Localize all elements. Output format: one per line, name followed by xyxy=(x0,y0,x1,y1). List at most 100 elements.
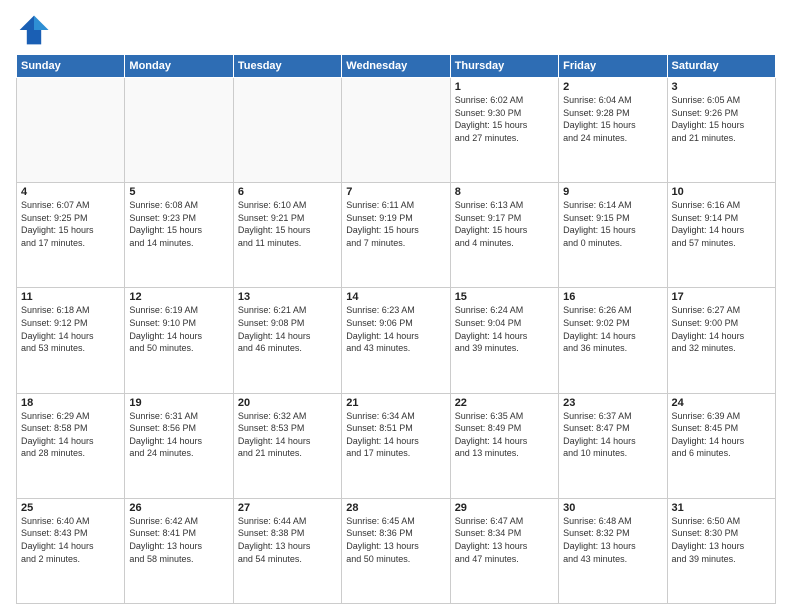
day-number: 28 xyxy=(346,502,445,514)
calendar-week-0: 1Sunrise: 6:02 AM Sunset: 9:30 PM Daylig… xyxy=(17,78,776,183)
day-info: Sunrise: 6:02 AM Sunset: 9:30 PM Dayligh… xyxy=(455,94,554,144)
calendar-cell: 31Sunrise: 6:50 AM Sunset: 8:30 PM Dayli… xyxy=(667,498,775,603)
day-number: 11 xyxy=(21,291,120,303)
day-info: Sunrise: 6:27 AM Sunset: 9:00 PM Dayligh… xyxy=(672,304,771,354)
calendar-table: SundayMondayTuesdayWednesdayThursdayFrid… xyxy=(16,54,776,604)
day-info: Sunrise: 6:48 AM Sunset: 8:32 PM Dayligh… xyxy=(563,515,662,565)
day-number: 23 xyxy=(563,397,662,409)
day-number: 18 xyxy=(21,397,120,409)
calendar-cell: 21Sunrise: 6:34 AM Sunset: 8:51 PM Dayli… xyxy=(342,393,450,498)
calendar-week-2: 11Sunrise: 6:18 AM Sunset: 9:12 PM Dayli… xyxy=(17,288,776,393)
col-header-sunday: Sunday xyxy=(17,55,125,78)
day-number: 4 xyxy=(21,186,120,198)
day-info: Sunrise: 6:05 AM Sunset: 9:26 PM Dayligh… xyxy=(672,94,771,144)
calendar-cell: 25Sunrise: 6:40 AM Sunset: 8:43 PM Dayli… xyxy=(17,498,125,603)
day-info: Sunrise: 6:39 AM Sunset: 8:45 PM Dayligh… xyxy=(672,410,771,460)
header-row: SundayMondayTuesdayWednesdayThursdayFrid… xyxy=(17,55,776,78)
day-info: Sunrise: 6:13 AM Sunset: 9:17 PM Dayligh… xyxy=(455,199,554,249)
day-info: Sunrise: 6:04 AM Sunset: 9:28 PM Dayligh… xyxy=(563,94,662,144)
day-number: 26 xyxy=(129,502,228,514)
col-header-monday: Monday xyxy=(125,55,233,78)
calendar-cell: 28Sunrise: 6:45 AM Sunset: 8:36 PM Dayli… xyxy=(342,498,450,603)
day-info: Sunrise: 6:34 AM Sunset: 8:51 PM Dayligh… xyxy=(346,410,445,460)
day-number: 20 xyxy=(238,397,337,409)
calendar-cell: 30Sunrise: 6:48 AM Sunset: 8:32 PM Dayli… xyxy=(559,498,667,603)
day-info: Sunrise: 6:32 AM Sunset: 8:53 PM Dayligh… xyxy=(238,410,337,460)
calendar-cell: 12Sunrise: 6:19 AM Sunset: 9:10 PM Dayli… xyxy=(125,288,233,393)
col-header-tuesday: Tuesday xyxy=(233,55,341,78)
col-header-wednesday: Wednesday xyxy=(342,55,450,78)
day-number: 25 xyxy=(21,502,120,514)
day-info: Sunrise: 6:21 AM Sunset: 9:08 PM Dayligh… xyxy=(238,304,337,354)
day-number: 27 xyxy=(238,502,337,514)
day-number: 21 xyxy=(346,397,445,409)
calendar-week-4: 25Sunrise: 6:40 AM Sunset: 8:43 PM Dayli… xyxy=(17,498,776,603)
day-info: Sunrise: 6:18 AM Sunset: 9:12 PM Dayligh… xyxy=(21,304,120,354)
calendar-cell: 14Sunrise: 6:23 AM Sunset: 9:06 PM Dayli… xyxy=(342,288,450,393)
calendar-cell xyxy=(233,78,341,183)
calendar-cell: 8Sunrise: 6:13 AM Sunset: 9:17 PM Daylig… xyxy=(450,183,558,288)
day-info: Sunrise: 6:19 AM Sunset: 9:10 PM Dayligh… xyxy=(129,304,228,354)
day-number: 8 xyxy=(455,186,554,198)
day-info: Sunrise: 6:29 AM Sunset: 8:58 PM Dayligh… xyxy=(21,410,120,460)
col-header-friday: Friday xyxy=(559,55,667,78)
calendar-cell: 27Sunrise: 6:44 AM Sunset: 8:38 PM Dayli… xyxy=(233,498,341,603)
calendar-cell: 18Sunrise: 6:29 AM Sunset: 8:58 PM Dayli… xyxy=(17,393,125,498)
calendar-week-3: 18Sunrise: 6:29 AM Sunset: 8:58 PM Dayli… xyxy=(17,393,776,498)
day-number: 30 xyxy=(563,502,662,514)
calendar-cell: 1Sunrise: 6:02 AM Sunset: 9:30 PM Daylig… xyxy=(450,78,558,183)
day-info: Sunrise: 6:10 AM Sunset: 9:21 PM Dayligh… xyxy=(238,199,337,249)
day-number: 5 xyxy=(129,186,228,198)
calendar-cell: 29Sunrise: 6:47 AM Sunset: 8:34 PM Dayli… xyxy=(450,498,558,603)
day-info: Sunrise: 6:08 AM Sunset: 9:23 PM Dayligh… xyxy=(129,199,228,249)
calendar-header: SundayMondayTuesdayWednesdayThursdayFrid… xyxy=(17,55,776,78)
calendar-cell: 15Sunrise: 6:24 AM Sunset: 9:04 PM Dayli… xyxy=(450,288,558,393)
calendar-cell: 3Sunrise: 6:05 AM Sunset: 9:26 PM Daylig… xyxy=(667,78,775,183)
day-number: 14 xyxy=(346,291,445,303)
calendar-cell xyxy=(17,78,125,183)
day-info: Sunrise: 6:31 AM Sunset: 8:56 PM Dayligh… xyxy=(129,410,228,460)
calendar-cell: 6Sunrise: 6:10 AM Sunset: 9:21 PM Daylig… xyxy=(233,183,341,288)
day-info: Sunrise: 6:45 AM Sunset: 8:36 PM Dayligh… xyxy=(346,515,445,565)
calendar-cell xyxy=(342,78,450,183)
day-number: 10 xyxy=(672,186,771,198)
calendar-cell: 17Sunrise: 6:27 AM Sunset: 9:00 PM Dayli… xyxy=(667,288,775,393)
calendar-cell: 16Sunrise: 6:26 AM Sunset: 9:02 PM Dayli… xyxy=(559,288,667,393)
calendar-cell: 20Sunrise: 6:32 AM Sunset: 8:53 PM Dayli… xyxy=(233,393,341,498)
day-number: 6 xyxy=(238,186,337,198)
day-info: Sunrise: 6:11 AM Sunset: 9:19 PM Dayligh… xyxy=(346,199,445,249)
day-number: 3 xyxy=(672,81,771,93)
page: SundayMondayTuesdayWednesdayThursdayFrid… xyxy=(0,0,792,612)
day-number: 24 xyxy=(672,397,771,409)
day-number: 31 xyxy=(672,502,771,514)
col-header-saturday: Saturday xyxy=(667,55,775,78)
calendar-cell: 7Sunrise: 6:11 AM Sunset: 9:19 PM Daylig… xyxy=(342,183,450,288)
day-number: 7 xyxy=(346,186,445,198)
calendar-cell: 24Sunrise: 6:39 AM Sunset: 8:45 PM Dayli… xyxy=(667,393,775,498)
day-info: Sunrise: 6:23 AM Sunset: 9:06 PM Dayligh… xyxy=(346,304,445,354)
day-info: Sunrise: 6:50 AM Sunset: 8:30 PM Dayligh… xyxy=(672,515,771,565)
calendar-cell xyxy=(125,78,233,183)
logo-icon xyxy=(16,12,52,48)
day-info: Sunrise: 6:47 AM Sunset: 8:34 PM Dayligh… xyxy=(455,515,554,565)
calendar-cell: 9Sunrise: 6:14 AM Sunset: 9:15 PM Daylig… xyxy=(559,183,667,288)
calendar: SundayMondayTuesdayWednesdayThursdayFrid… xyxy=(16,54,776,604)
logo xyxy=(16,12,54,48)
day-number: 2 xyxy=(563,81,662,93)
header xyxy=(16,12,776,48)
calendar-cell: 5Sunrise: 6:08 AM Sunset: 9:23 PM Daylig… xyxy=(125,183,233,288)
day-number: 15 xyxy=(455,291,554,303)
col-header-thursday: Thursday xyxy=(450,55,558,78)
calendar-cell: 19Sunrise: 6:31 AM Sunset: 8:56 PM Dayli… xyxy=(125,393,233,498)
calendar-cell: 2Sunrise: 6:04 AM Sunset: 9:28 PM Daylig… xyxy=(559,78,667,183)
day-number: 22 xyxy=(455,397,554,409)
calendar-cell: 23Sunrise: 6:37 AM Sunset: 8:47 PM Dayli… xyxy=(559,393,667,498)
calendar-cell: 13Sunrise: 6:21 AM Sunset: 9:08 PM Dayli… xyxy=(233,288,341,393)
day-info: Sunrise: 6:16 AM Sunset: 9:14 PM Dayligh… xyxy=(672,199,771,249)
day-info: Sunrise: 6:07 AM Sunset: 9:25 PM Dayligh… xyxy=(21,199,120,249)
calendar-cell: 22Sunrise: 6:35 AM Sunset: 8:49 PM Dayli… xyxy=(450,393,558,498)
day-info: Sunrise: 6:35 AM Sunset: 8:49 PM Dayligh… xyxy=(455,410,554,460)
day-number: 29 xyxy=(455,502,554,514)
day-number: 12 xyxy=(129,291,228,303)
calendar-body: 1Sunrise: 6:02 AM Sunset: 9:30 PM Daylig… xyxy=(17,78,776,604)
